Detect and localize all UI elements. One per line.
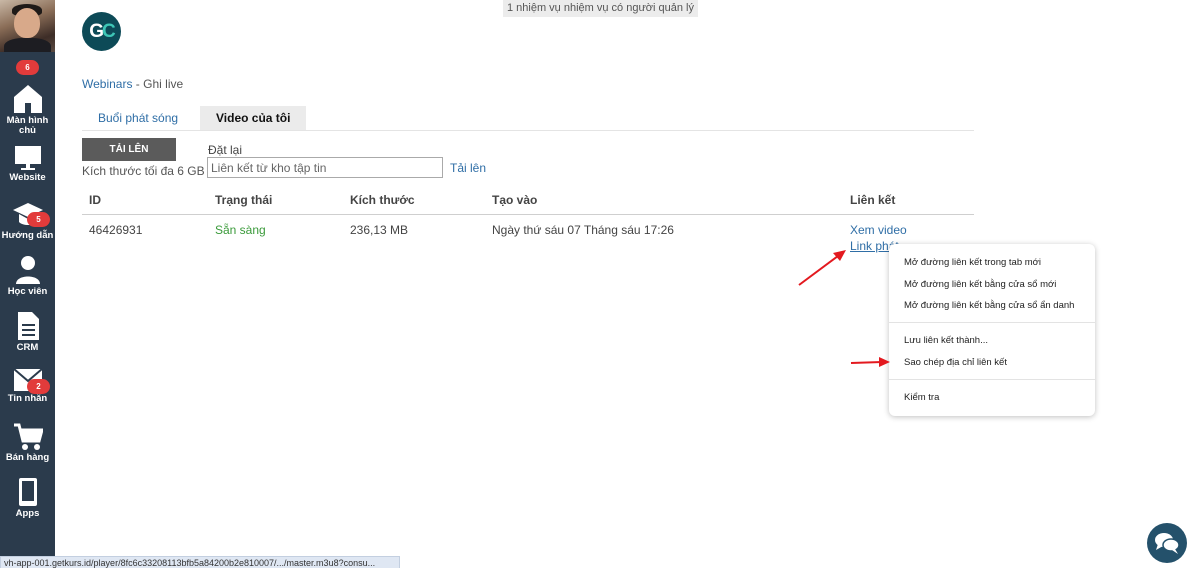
sidebar-item-label: Apps	[15, 508, 40, 519]
column-header-link: Liên kết	[850, 193, 896, 207]
brand-logo[interactable]: GC	[82, 12, 121, 51]
column-header-status: Trạng thái	[215, 193, 273, 207]
sidebar-item-home[interactable]: Màn hình chủ	[0, 84, 55, 136]
max-size-text: Kích thước tối đa 6 GB	[82, 164, 205, 178]
breadcrumb-separator: -	[132, 77, 144, 91]
sidebar-item-crm[interactable]: CRM	[0, 311, 55, 353]
sidebar: 6 Màn hình chủ Website Hướng dẫn 5 Học v…	[0, 0, 55, 568]
breadcrumb-webinars-link[interactable]: Webinars	[82, 77, 132, 91]
column-header-created: Tạo vào	[492, 193, 538, 207]
sidebar-item-label: Màn hình chủ	[6, 115, 49, 136]
cell-status: Sẵn sàng	[215, 223, 266, 237]
file-link-input[interactable]	[207, 157, 443, 178]
menu-separator	[889, 379, 1095, 380]
phone-icon	[18, 478, 37, 506]
menu-open-new-window[interactable]: Mở đường liên kết bằng cửa sổ mới	[904, 279, 1056, 290]
sidebar-item-label: Tin nhắn	[7, 393, 48, 404]
column-header-id: ID	[89, 193, 101, 207]
sidebar-item-students[interactable]: Học viên	[0, 255, 55, 297]
reset-label[interactable]: Đặt lại	[208, 143, 242, 157]
sidebar-item-sales[interactable]: Bán hàng	[0, 423, 55, 463]
annotation-arrow-icon	[850, 357, 890, 367]
menu-save-link-as[interactable]: Lưu liên kết thành...	[904, 335, 988, 346]
avatar[interactable]	[0, 0, 55, 52]
sidebar-item-label: CRM	[16, 342, 39, 353]
sidebar-item-website[interactable]: Website	[0, 145, 55, 183]
sidebar-item-apps[interactable]: Apps	[0, 477, 55, 519]
sidebar-item-label: Bán hàng	[5, 452, 50, 463]
task-notice[interactable]: 1 nhiệm vụ nhiệm vụ có người quản lý	[503, 0, 698, 17]
menu-open-incognito[interactable]: Mở đường liên kết bằng cửa sổ ẩn danh	[904, 300, 1074, 311]
upload-button[interactable]: TẢI LÊN	[82, 138, 176, 161]
breadcrumb: Webinars - Ghi live	[82, 77, 183, 91]
avatar-notification-badge: 6	[16, 60, 39, 75]
chat-bubbles-icon	[1155, 533, 1180, 554]
menu-separator	[889, 322, 1095, 323]
upload-link[interactable]: Tải lên	[450, 161, 486, 175]
tab-my-videos[interactable]: Video của tôi	[200, 106, 307, 130]
cell-created: Ngày thứ sáu 07 Tháng sáu 17:26	[492, 223, 674, 237]
view-video-link[interactable]: Xem video	[850, 223, 907, 237]
chat-button[interactable]	[1147, 523, 1187, 563]
sidebar-item-label: Website	[9, 172, 46, 183]
context-menu: Mở đường liên kết trong tab mới Mở đường…	[889, 244, 1095, 416]
cart-icon	[13, 423, 43, 450]
menu-open-new-tab[interactable]: Mở đường liên kết trong tab mới	[904, 257, 1041, 268]
breadcrumb-current: Ghi live	[143, 77, 184, 91]
menu-copy-link-address[interactable]: Sao chép địa chỉ liên kết	[904, 357, 1007, 368]
cell-size: 236,13 MB	[350, 223, 409, 237]
monitor-icon	[14, 146, 41, 170]
user-icon	[15, 256, 40, 284]
link-preview-statusbar: vh-app-001.getkurs.id/player/8fc6c332081…	[0, 556, 400, 568]
annotation-arrow-icon	[798, 250, 846, 286]
table-header-divider	[82, 214, 974, 215]
sidebar-item-label: Học viên	[7, 286, 48, 297]
tabs-divider	[82, 130, 974, 131]
messages-badge: 2	[27, 379, 50, 394]
home-icon	[13, 85, 42, 113]
sidebar-item-label: Hướng dẫn	[1, 230, 54, 241]
guides-badge: 5	[27, 212, 50, 227]
column-header-size: Kích thước	[350, 193, 415, 207]
menu-inspect[interactable]: Kiểm tra	[904, 392, 939, 403]
tab-broadcasts[interactable]: Buổi phát sóng	[82, 106, 194, 130]
document-icon	[17, 312, 39, 340]
cell-id: 46426931	[89, 223, 143, 237]
